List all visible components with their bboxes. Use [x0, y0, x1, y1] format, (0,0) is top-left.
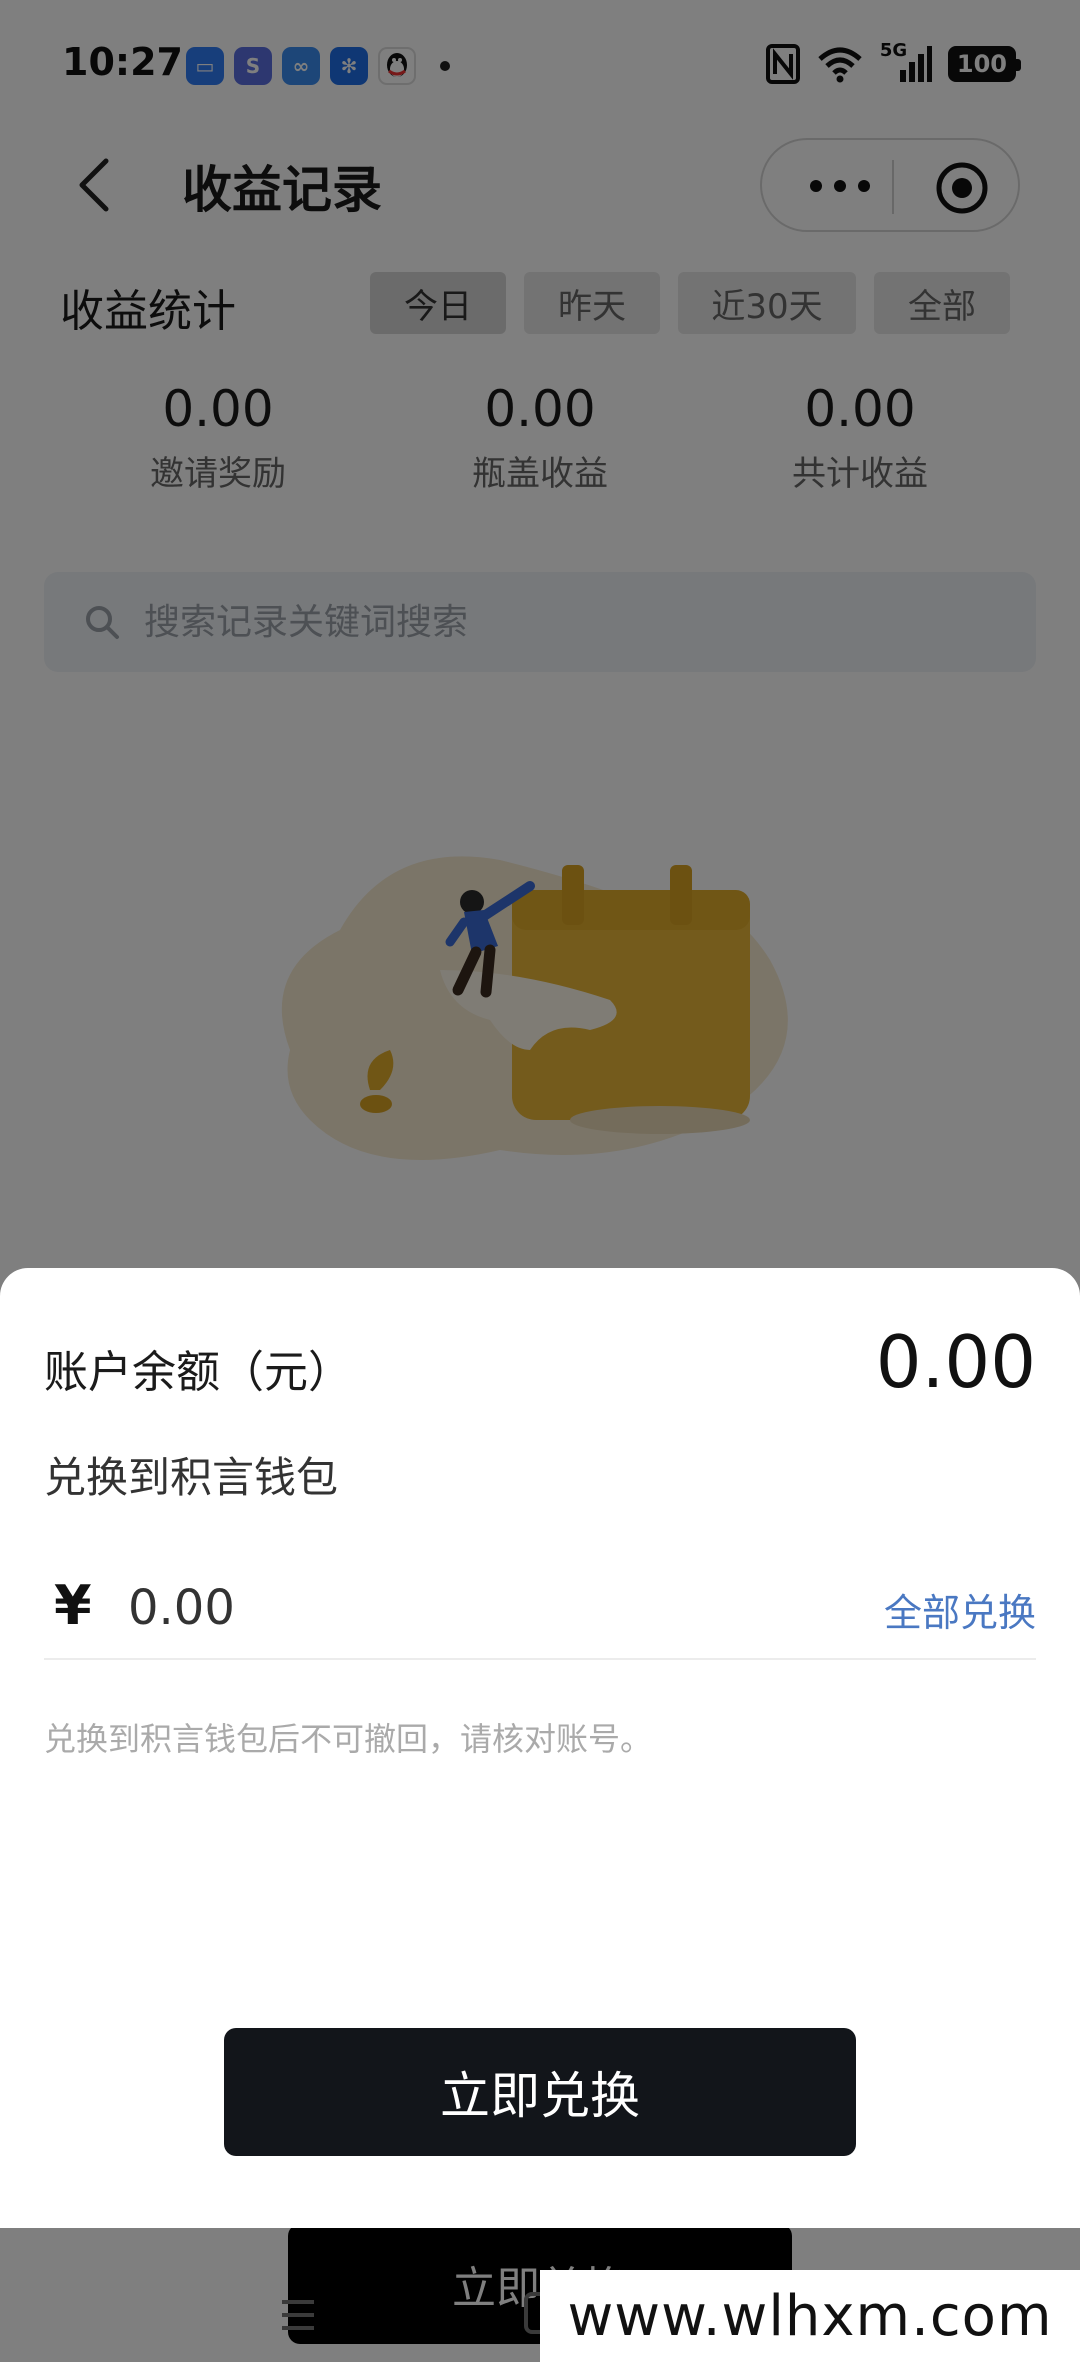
exchange-target-title: 兑换到积言钱包	[44, 1453, 339, 1502]
yen-symbol: ¥	[54, 1574, 92, 1637]
balance-value: 0.00	[875, 1320, 1036, 1404]
exchange-now-button[interactable]: 立即兑换	[224, 2028, 856, 2156]
balance-label: 账户余额（元）	[44, 1347, 352, 1398]
exchange-note: 兑换到积言钱包后不可撤回，请核对账号。	[44, 1720, 653, 1758]
amount-input[interactable]	[128, 1568, 748, 1648]
exchange-all-button[interactable]: 全部兑换	[884, 1582, 1036, 1637]
exchange-sheet: 账户余额（元） 0.00 兑换到积言钱包 ¥ 全部兑换 兑换到积言钱包后不可撤回…	[0, 1268, 1080, 2228]
amount-divider	[44, 1658, 1036, 1660]
recent-apps-icon[interactable]	[278, 2298, 318, 2332]
site-watermark: www.wlhxm.com	[540, 2270, 1080, 2362]
